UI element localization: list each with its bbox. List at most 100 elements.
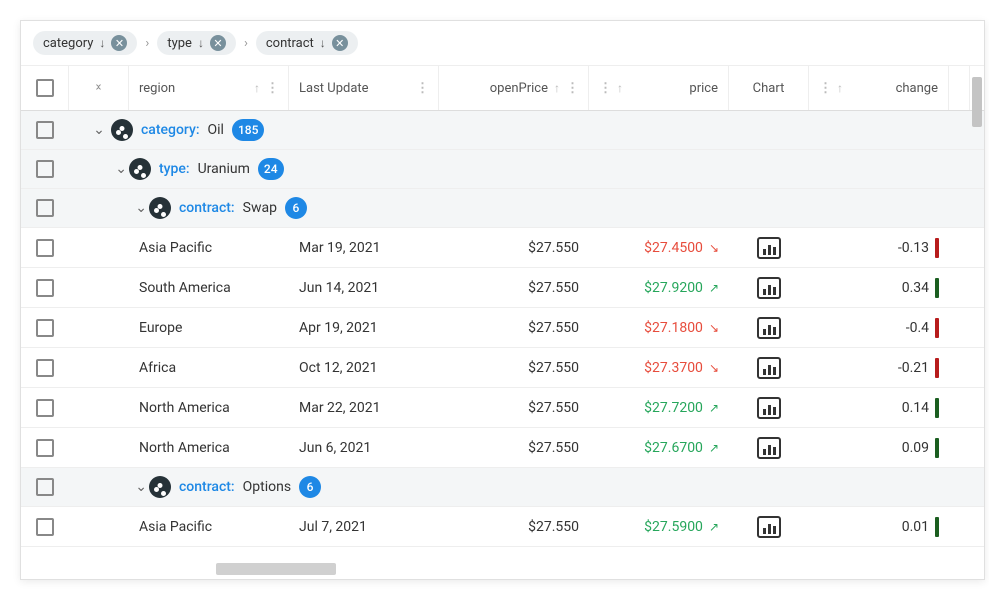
group-row-contract-swap: ⌄ contract: Swap 6 — [21, 189, 984, 228]
cell-price: $27.4500 ↘ — [589, 232, 729, 264]
chart-icon[interactable] — [757, 237, 781, 259]
row-checkbox[interactable] — [36, 518, 54, 536]
header-collapse-cell: ⌄⌃ — [69, 66, 129, 110]
breadcrumb-pill-type[interactable]: type ↓ ✕ — [157, 31, 236, 55]
row-checkbox[interactable] — [36, 359, 54, 377]
chevron-down-icon[interactable]: ⌄ — [115, 161, 127, 177]
horizontal-scrollbar[interactable] — [21, 563, 984, 577]
cell-overflow — [949, 320, 969, 336]
sort-asc-icon[interactable]: ↑ — [254, 81, 260, 95]
column-menu-icon[interactable] — [266, 81, 278, 96]
chart-icon[interactable] — [757, 317, 781, 339]
cell-region: North America — [129, 392, 289, 424]
sort-asc-icon[interactable]: ↑ — [837, 81, 843, 95]
chevron-down-icon[interactable]: ⌄ — [93, 122, 105, 138]
cell-change: -0.13 — [809, 230, 949, 266]
close-icon[interactable]: ✕ — [332, 35, 348, 51]
cell-price: $27.9200 ↗ — [589, 272, 729, 304]
row-expand-spacer — [69, 440, 129, 456]
header-region[interactable]: region ↑ — [129, 66, 289, 110]
select-all-checkbox[interactable] — [36, 79, 54, 97]
chart-icon[interactable] — [757, 397, 781, 419]
row-checkbox[interactable] — [36, 199, 54, 217]
table-row: Asia Pacific Jul 7, 2021 $27.550 $27.590… — [21, 507, 984, 547]
cell-overflow — [949, 400, 969, 416]
change-bar-icon — [935, 398, 939, 418]
row-checkbox-cell — [21, 113, 69, 147]
header-price[interactable]: ↑ price — [589, 66, 729, 110]
cell-region: Asia Pacific — [129, 511, 289, 543]
header-overflow — [949, 66, 970, 110]
row-checkbox[interactable] — [36, 478, 54, 496]
group-value: Uranium — [198, 161, 250, 177]
sort-asc-icon[interactable]: ↑ — [554, 81, 560, 95]
trend-up-icon: ↗ — [709, 401, 719, 415]
row-checkbox[interactable] — [36, 399, 54, 417]
cell-region: Europe — [129, 312, 289, 344]
row-checkbox[interactable] — [36, 121, 54, 139]
column-menu-icon[interactable] — [599, 81, 611, 96]
header-checkbox-cell — [21, 66, 69, 110]
row-checkbox[interactable] — [36, 160, 54, 178]
breadcrumb-pill-category[interactable]: category ↓ ✕ — [33, 31, 137, 55]
trend-up-icon: ↗ — [709, 441, 719, 455]
cell-open-price: $27.550 — [439, 392, 589, 424]
cell-open-price: $27.550 — [439, 432, 589, 464]
cell-change: -0.4 — [809, 310, 949, 346]
close-icon[interactable]: ✕ — [210, 35, 226, 51]
group-value: Options — [243, 479, 291, 495]
header-open-price[interactable]: openPrice ↑ — [439, 66, 589, 110]
chart-icon[interactable] — [757, 437, 781, 459]
row-checkbox[interactable] — [36, 279, 54, 297]
row-expand-spacer — [69, 240, 129, 256]
row-expand-spacer — [69, 320, 129, 336]
scrollbar-thumb[interactable] — [216, 563, 336, 575]
cell-overflow — [949, 519, 969, 535]
row-checkbox[interactable] — [36, 439, 54, 457]
row-checkbox[interactable] — [36, 239, 54, 257]
sort-asc-icon[interactable]: ↑ — [617, 81, 623, 95]
close-icon[interactable]: ✕ — [111, 35, 127, 51]
change-bar-icon — [935, 318, 939, 338]
breadcrumb-pill-contract[interactable]: contract ↓ ✕ — [256, 31, 358, 55]
header-label: region — [139, 81, 248, 96]
cell-last-update: Jul 7, 2021 — [289, 511, 439, 543]
row-checkbox-cell — [21, 391, 69, 425]
cell-overflow — [949, 280, 969, 296]
change-bar-icon — [935, 238, 939, 258]
cell-price: $27.1800 ↘ — [589, 312, 729, 344]
pill-label: category — [43, 36, 93, 51]
change-bar-icon — [935, 438, 939, 458]
chart-icon[interactable] — [757, 277, 781, 299]
row-checkbox-cell — [21, 231, 69, 265]
cell-last-update: Mar 22, 2021 — [289, 392, 439, 424]
cell-chart — [729, 229, 809, 267]
data-grid: category ↓ ✕ › type ↓ ✕ › contract ↓ ✕ ⌄… — [20, 20, 985, 580]
trend-up-icon: ↗ — [709, 281, 719, 295]
column-menu-icon[interactable] — [566, 81, 578, 96]
chart-icon[interactable] — [757, 357, 781, 379]
cell-price: $27.5900 ↗ — [589, 511, 729, 543]
collapse-all-icon[interactable]: ⌄⌃ — [94, 80, 103, 95]
pill-label: type — [167, 36, 192, 51]
table-row: Asia Pacific Mar 19, 2021 $27.550 $27.45… — [21, 228, 984, 268]
row-checkbox-cell — [21, 191, 69, 225]
count-badge: 185 — [232, 119, 264, 141]
header-chart[interactable]: Chart — [729, 66, 809, 110]
row-checkbox-cell — [21, 510, 69, 544]
cell-price: $27.7200 ↗ — [589, 392, 729, 424]
header-change[interactable]: ↑ change — [809, 66, 949, 110]
header-last-update[interactable]: Last Update — [289, 66, 439, 110]
cell-change: -0.21 — [809, 350, 949, 386]
header-label: change — [849, 81, 938, 96]
vertical-scrollbar-thumb[interactable] — [972, 77, 982, 127]
row-checkbox-cell — [21, 152, 69, 186]
cell-region: Africa — [129, 352, 289, 384]
row-checkbox[interactable] — [36, 319, 54, 337]
column-menu-icon[interactable] — [819, 81, 831, 96]
group-icon — [149, 197, 171, 219]
row-expand-spacer — [69, 400, 129, 416]
chart-icon[interactable] — [757, 516, 781, 538]
cell-region: North America — [129, 432, 289, 464]
column-menu-icon[interactable] — [416, 81, 428, 96]
